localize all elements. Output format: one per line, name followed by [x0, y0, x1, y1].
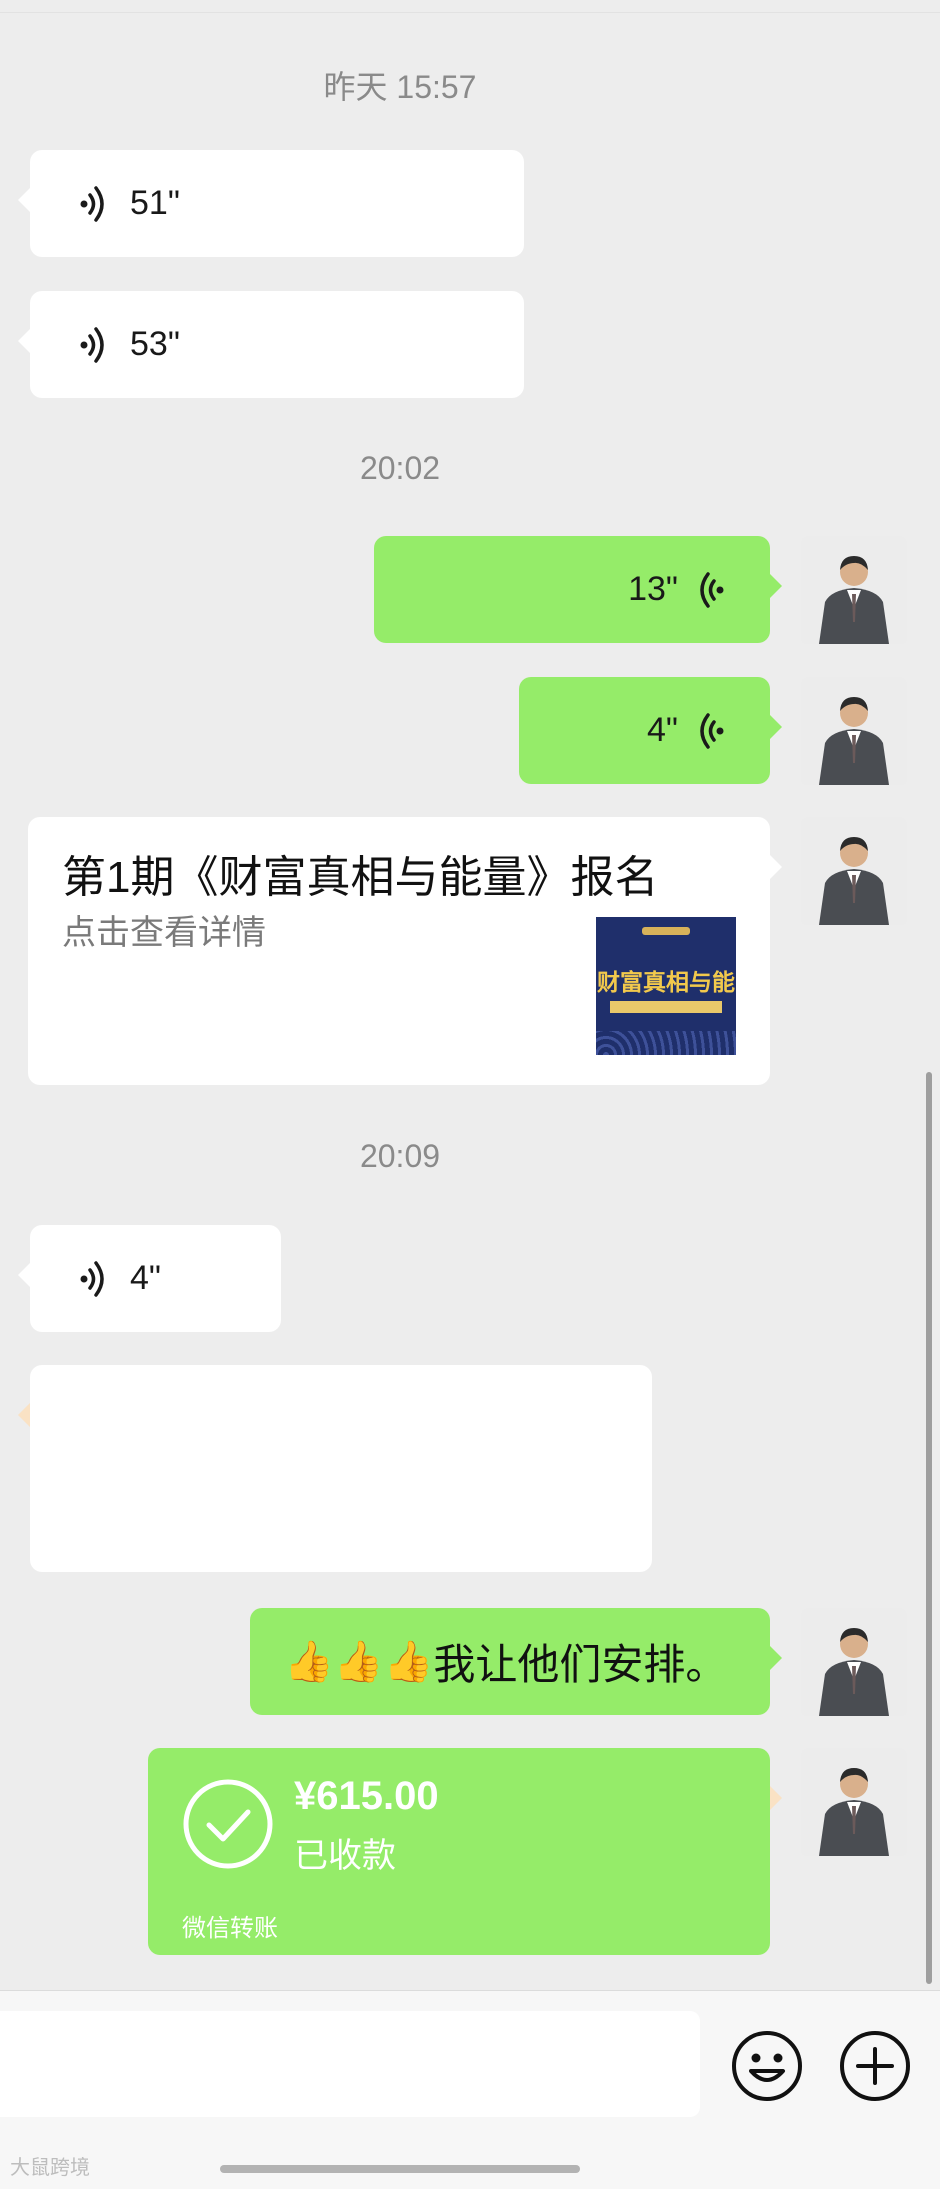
person-avatar-icon	[801, 536, 907, 644]
timestamp: 20:02	[359, 450, 441, 486]
scrollbar[interactable]	[926, 1072, 932, 1984]
voice-duration: 4"	[130, 1259, 161, 1297]
voice-message-incoming[interactable]: 53"	[18, 291, 524, 398]
top-divider	[0, 12, 940, 13]
transfer-amount: ¥615.00	[176, 1391, 321, 1435]
plus-circle-icon[interactable]	[838, 2029, 912, 2103]
link-card-title: 第1期《财富真相与能量》报名	[62, 853, 659, 902]
voice-wave-icon	[80, 326, 104, 363]
voice-message-outgoing[interactable]: 4"	[519, 677, 782, 784]
person-avatar-icon	[801, 817, 907, 925]
transfer-status: 已收款	[294, 1837, 396, 1875]
voice-message-incoming[interactable]: 4"	[18, 1225, 281, 1332]
thumbs-up-emoji: 👍👍👍	[284, 1640, 434, 1684]
home-indicator[interactable]	[220, 2165, 580, 2173]
person-avatar-icon	[801, 677, 907, 785]
voice-duration: 4"	[647, 711, 678, 749]
timestamp: 20:09	[359, 1138, 441, 1174]
voice-wave-icon	[700, 571, 724, 608]
avatar[interactable]	[801, 817, 907, 925]
avatar[interactable]	[801, 536, 907, 644]
link-card-thumbnail: 财富真相与能	[596, 917, 736, 1055]
check-circle-icon	[183, 1779, 273, 1869]
thumbnail-pattern	[596, 1031, 736, 1055]
transfer-label: 微信转账	[64, 1532, 160, 1559]
check-circle-icon	[65, 1396, 155, 1486]
timestamp: 昨天 15:57	[323, 69, 477, 105]
voice-duration: 53"	[130, 325, 180, 363]
voice-duration: 51"	[130, 184, 180, 222]
smiley-face-icon[interactable]	[730, 2029, 804, 2103]
avatar[interactable]	[801, 1748, 907, 1856]
transfer-amount: ¥615.00	[294, 1774, 439, 1818]
message-input[interactable]	[0, 2011, 700, 2117]
avatar[interactable]	[801, 677, 907, 785]
voice-message-outgoing[interactable]: 13"	[374, 536, 782, 643]
voice-wave-icon	[80, 1260, 104, 1297]
transfer-label: 微信转账	[182, 1915, 278, 1942]
voice-message-incoming[interactable]: 51"	[18, 150, 524, 257]
link-card-description: 点击查看详情	[62, 914, 266, 952]
text-message-outgoing[interactable]: 👍👍👍 我让他们安排。	[250, 1608, 782, 1715]
thumbnail-band	[610, 1001, 722, 1013]
link-card-message[interactable]: 第1期《财富真相与能量》报名 点击查看详情 财富真相与能	[28, 817, 782, 1085]
transfer-message-incoming[interactable]: ¥615.00 已被接收 微信转账	[18, 1365, 652, 1572]
thumbnail-title: 财富真相与能	[597, 969, 735, 995]
thumbnail-header	[642, 927, 690, 935]
watermark: 大鼠跨境	[10, 2157, 90, 2179]
message-text: 我让他们安排。	[433, 1641, 728, 1688]
person-avatar-icon	[801, 1748, 907, 1856]
transfer-message-outgoing[interactable]: ¥615.00 已收款 微信转账	[148, 1748, 782, 1955]
person-avatar-icon	[801, 1608, 907, 1716]
transfer-status: 已被接收	[176, 1454, 312, 1492]
voice-wave-icon	[700, 712, 724, 749]
avatar[interactable]	[801, 1608, 907, 1716]
voice-duration: 13"	[628, 570, 678, 608]
input-toolbar: 大鼠跨境	[0, 1990, 940, 2189]
voice-wave-icon	[80, 185, 104, 222]
